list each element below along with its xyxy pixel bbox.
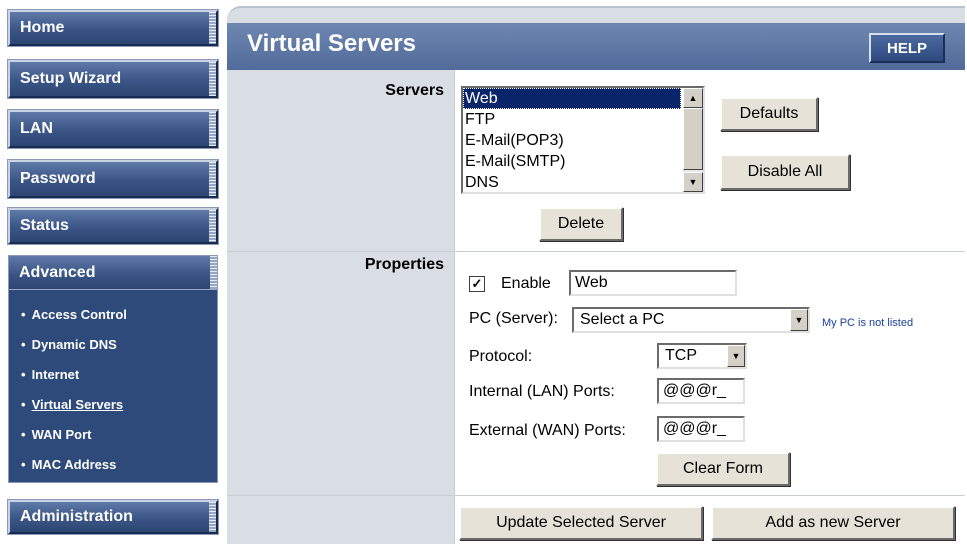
scroll-down-icon[interactable]: ▼ bbox=[683, 172, 703, 192]
nav-home-button[interactable]: Home bbox=[8, 10, 218, 46]
pc-server-value: Select a PC bbox=[580, 311, 665, 328]
section-divider bbox=[227, 251, 965, 252]
advanced-submenu: • Access Control • Dynamic DNS • Internet •… bbox=[9, 290, 217, 480]
enable-label: Enable bbox=[501, 275, 551, 292]
disable-all-label: Disable All bbox=[747, 163, 823, 180]
subnav-internet[interactable]: • Internet bbox=[21, 360, 217, 390]
pc-server-select[interactable]: Select a PC ▼ bbox=[572, 307, 810, 333]
main-panel: Virtual Servers HELP Servers Properties … bbox=[227, 6, 966, 544]
subnav-mac-address[interactable]: • MAC Address bbox=[21, 450, 217, 480]
defaults-label: Defaults bbox=[739, 105, 799, 122]
nav-home-label: Home bbox=[20, 19, 65, 36]
external-ports-label: External (WAN) Ports: bbox=[469, 422, 626, 439]
nav-lan-button[interactable]: LAN bbox=[8, 110, 218, 148]
dropdown-arrow-icon[interactable]: ▼ bbox=[727, 345, 745, 367]
defaults-button[interactable]: Defaults bbox=[720, 97, 818, 131]
delete-label: Delete bbox=[557, 215, 605, 232]
bullet-icon: • bbox=[21, 397, 26, 412]
subnav-wan-port[interactable]: • WAN Port bbox=[21, 420, 217, 450]
nav-setup-wizard-label: Setup Wizard bbox=[20, 70, 122, 87]
label-column: Servers Properties bbox=[227, 70, 452, 544]
server-name-input[interactable]: Web bbox=[569, 270, 737, 296]
dropdown-arrow-icon[interactable]: ▼ bbox=[790, 309, 808, 331]
scroll-thumb[interactable] bbox=[683, 108, 703, 170]
nav-advanced-label: Advanced bbox=[19, 263, 96, 281]
properties-label: Properties bbox=[364, 256, 444, 273]
bullet-icon: • bbox=[21, 367, 26, 382]
bullet-icon: • bbox=[21, 457, 26, 472]
update-selected-server-label: Update Selected Server bbox=[496, 514, 666, 531]
external-ports-input[interactable]: @@@r_ bbox=[657, 416, 745, 442]
scroll-up-icon[interactable]: ▲ bbox=[683, 88, 703, 108]
protocol-label: Protocol: bbox=[469, 348, 533, 365]
protocol-select[interactable]: TCP ▼ bbox=[657, 343, 747, 369]
disable-all-button[interactable]: Disable All bbox=[720, 154, 850, 190]
nav-status-label: Status bbox=[20, 217, 69, 234]
page-title: Virtual Servers bbox=[247, 30, 416, 57]
clear-form-button[interactable]: Clear Form bbox=[656, 452, 790, 486]
nav-password-label: Password bbox=[20, 170, 96, 187]
list-item[interactable]: FTP bbox=[463, 109, 681, 130]
nav-lan-label: LAN bbox=[20, 120, 53, 137]
help-label: HELP bbox=[886, 39, 927, 57]
nav-administration-button[interactable]: Administration bbox=[8, 500, 218, 534]
update-selected-server-button[interactable]: Update Selected Server bbox=[459, 506, 703, 540]
nav-advanced-button[interactable]: Advanced bbox=[9, 256, 217, 290]
list-item[interactable]: E-Mail(SMTP) bbox=[463, 151, 681, 172]
bullet-icon: • bbox=[21, 337, 26, 352]
subnav-dynamic-dns[interactable]: • Dynamic DNS bbox=[21, 330, 217, 360]
sidebar: Home Setup Wizard LAN Password Status Ad… bbox=[0, 0, 227, 542]
nav-status-button[interactable]: Status bbox=[8, 208, 218, 244]
list-item[interactable]: DNS bbox=[463, 172, 681, 192]
protocol-value: TCP bbox=[665, 347, 697, 364]
subnav-virtual-servers[interactable]: • Virtual Servers bbox=[21, 390, 217, 420]
advanced-menu: Advanced • Access Control • Dynamic DNS • I… bbox=[8, 255, 218, 483]
nav-setup-wizard-button[interactable]: Setup Wizard bbox=[8, 60, 218, 98]
enable-checkbox[interactable]: ✓ bbox=[469, 276, 485, 292]
nav-administration-label: Administration bbox=[20, 508, 133, 525]
pc-server-label: PC (Server): bbox=[469, 310, 558, 327]
listbox-scrollbar[interactable]: ▲ ▼ bbox=[683, 88, 703, 192]
servers-listbox[interactable]: Web FTP E-Mail(POP3) E-Mail(SMTP) DNS ▲ … bbox=[461, 86, 705, 194]
list-item[interactable]: E-Mail(POP3) bbox=[463, 130, 681, 151]
internal-ports-label: Internal (LAN) Ports: bbox=[469, 383, 615, 400]
subnav-access-control[interactable]: • Access Control bbox=[21, 300, 217, 330]
servers-label: Servers bbox=[385, 82, 444, 99]
add-new-server-label: Add as new Server bbox=[765, 514, 901, 531]
bullet-icon: • bbox=[21, 307, 26, 322]
title-bar: Virtual Servers HELP bbox=[227, 23, 965, 70]
pc-not-listed-link[interactable]: My PC is not listed bbox=[822, 317, 913, 329]
content-area: Web FTP E-Mail(POP3) E-Mail(SMTP) DNS ▲ … bbox=[454, 70, 966, 544]
list-item[interactable]: Web bbox=[463, 88, 681, 109]
delete-button[interactable]: Delete bbox=[539, 207, 623, 241]
add-new-server-button[interactable]: Add as new Server bbox=[711, 506, 955, 540]
bullet-icon: • bbox=[21, 427, 26, 442]
help-button[interactable]: HELP bbox=[869, 33, 945, 63]
internal-ports-input[interactable]: @@@r_ bbox=[657, 378, 745, 404]
nav-password-button[interactable]: Password bbox=[8, 160, 218, 198]
clear-form-label: Clear Form bbox=[682, 460, 763, 477]
section-divider bbox=[227, 495, 965, 496]
